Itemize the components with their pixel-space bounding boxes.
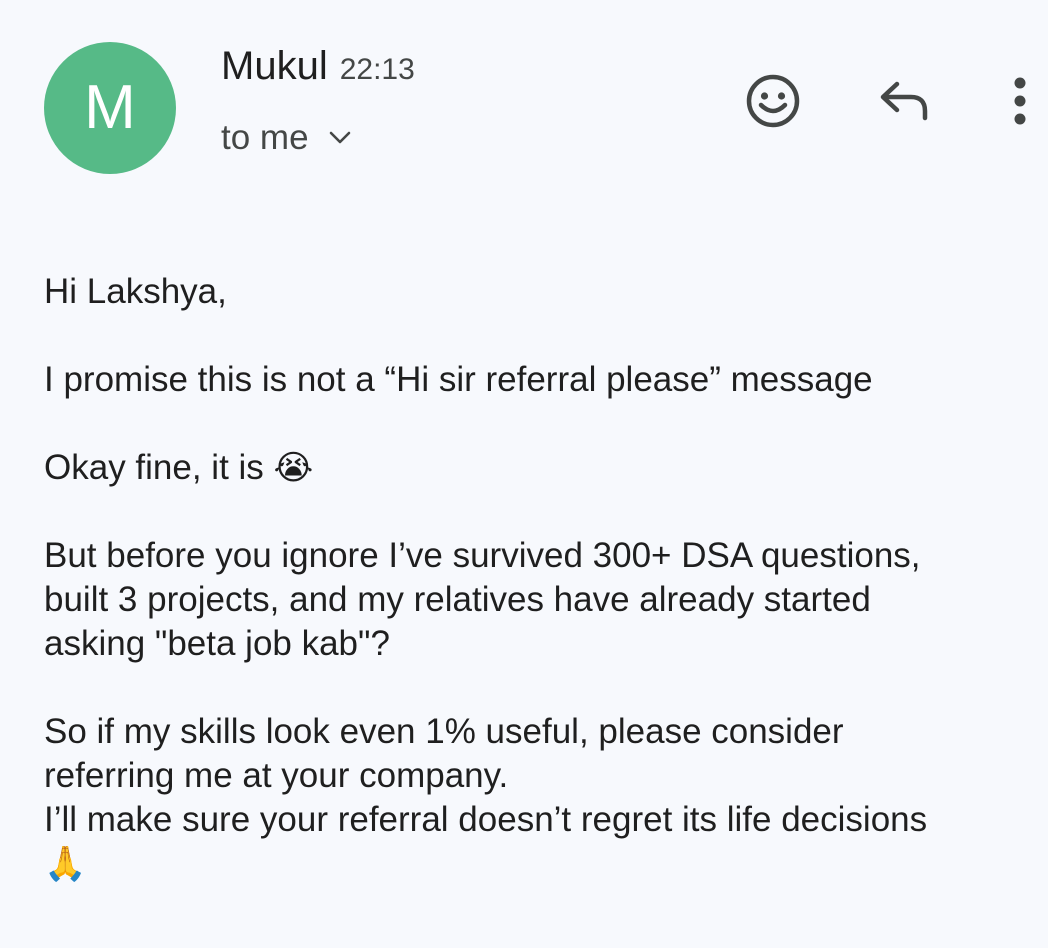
- chevron-down-icon: [329, 131, 350, 144]
- message-line: I promise this is not a “Hi sir referral…: [44, 360, 873, 399]
- add-reaction-button[interactable]: [738, 66, 808, 136]
- message-line: Okay fine, it is 😭: [44, 446, 1034, 490]
- message-line: But before you ignore I’ve survived 300+…: [44, 536, 921, 575]
- reply-button[interactable]: [870, 70, 940, 130]
- sender-avatar[interactable]: M: [44, 42, 176, 174]
- line-text: Okay fine, it is: [44, 448, 274, 487]
- greeting-line: Hi Lakshya,: [44, 272, 227, 311]
- email-header: M Mukul 22:13 to me: [0, 0, 1048, 200]
- reply-icon: [880, 81, 928, 121]
- message-line: built 3 projects, and my relatives have …: [44, 580, 871, 619]
- more-vertical-icon: [1014, 77, 1026, 125]
- recipient-label: to me: [221, 118, 309, 157]
- sent-time: 22:13: [339, 53, 415, 86]
- more-options-button[interactable]: [998, 66, 1042, 136]
- avatar-letter: M: [84, 73, 136, 142]
- folded-hands-emoji: 🙏: [44, 844, 87, 884]
- recipient-details-toggle[interactable]: to me: [221, 118, 351, 158]
- message-line: I’ll make sure your referral doesn’t reg…: [44, 800, 928, 839]
- message-line: asking "beta job kab"?: [44, 624, 390, 663]
- message-line: referring me at your company.: [44, 756, 509, 795]
- sender-info: Mukul 22:13: [221, 44, 415, 89]
- message-line: So if my skills look even 1% useful, ple…: [44, 712, 844, 751]
- message-body: Hi Lakshya, I promise this is not a “Hi …: [44, 270, 1034, 886]
- add-reaction-icon: [746, 74, 800, 128]
- crying-emoji: 😭: [273, 448, 314, 488]
- sender-name[interactable]: Mukul: [221, 44, 328, 89]
